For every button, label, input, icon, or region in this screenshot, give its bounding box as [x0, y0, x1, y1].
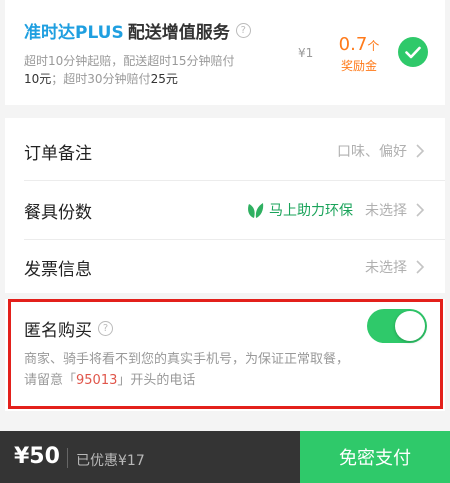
plus-service-card[interactable]: 准时达PLUS 配送增值服务 ? 超时10分钟起赔，配送超时15分钟赔付 10元… — [5, 0, 445, 105]
help-icon[interactable]: ? — [98, 321, 113, 336]
reward-label: 奖励金 — [340, 59, 377, 73]
chevron-right-icon — [416, 203, 425, 217]
chevron-right-icon — [416, 144, 425, 158]
anonymous-desc-suffix: 」开头的电话 — [117, 373, 196, 388]
check-icon[interactable] — [398, 37, 428, 67]
chevron-right-icon — [416, 260, 425, 274]
divider — [67, 448, 68, 468]
anonymous-purchase-card: 匿名购买 ? 商家、骑手将看不到您的真实手机号，为保证正常取餐， 请留意「950… — [5, 299, 445, 411]
help-icon[interactable]: ? — [235, 23, 251, 38]
plus-desc-line1: 超时10分钟起赔，配送超时15分钟赔付 — [24, 54, 235, 68]
tableware-row[interactable]: 餐具份数 马上助力环保 未选择 — [5, 181, 445, 239]
anonymous-title: 匿名购买 ? — [24, 316, 113, 341]
plus-service-suffix: 配送增值服务 — [127, 23, 230, 43]
order-options-card: 订单备注 口味、偏好 餐具份数 马上助力环保 未选择 发票信息 未选择 — [5, 118, 445, 293]
plus-service-description: 超时10分钟起赔，配送超时15分钟赔付 10元；超时30分钟赔付25元 — [24, 52, 294, 88]
anonymous-toggle[interactable] — [367, 309, 427, 343]
discount-text: 已优惠¥17 — [76, 453, 145, 469]
order-remark-value: 口味、偏好 — [337, 144, 407, 160]
toggle-knob — [395, 311, 425, 341]
reward-amount-value: 0.7 — [338, 34, 368, 55]
total-price: ¥50 — [14, 444, 60, 469]
invoice-row[interactable]: 发票信息 未选择 — [5, 238, 445, 296]
eco-badge: 马上助力环保 — [245, 200, 353, 220]
plus-compensation-amount-2: 25元 — [150, 72, 178, 86]
anonymous-desc-prefix: 请留意「 — [24, 373, 77, 388]
reward-amount: 0.7个 — [335, 34, 383, 57]
reward-badge: 0.7个 奖励金 — [335, 34, 383, 75]
order-remark-row[interactable]: 订单备注 口味、偏好 — [5, 122, 445, 180]
plus-brand-label: 准时达PLUS — [24, 23, 124, 43]
reward-amount-unit: 个 — [367, 39, 380, 53]
anonymous-description: 商家、骑手将看不到您的真实手机号，为保证正常取餐， 请留意「95013」开头的电… — [24, 349, 374, 391]
plus-price: ¥1 — [298, 46, 314, 60]
plus-desc-mid: ；超时30分钟赔付 — [51, 72, 151, 86]
anonymous-title-text: 匿名购买 — [24, 321, 92, 341]
plus-desc-line2: 10元；超时30分钟赔付25元 — [24, 70, 294, 88]
anonymous-desc-line1: 商家、骑手将看不到您的真实手机号，为保证正常取餐， — [24, 352, 350, 367]
order-remark-label: 订单备注 — [24, 143, 92, 164]
plus-compensation-amount-1: 10元 — [24, 72, 52, 86]
pay-button[interactable]: 免密支付 — [300, 431, 450, 483]
leaf-icon — [248, 203, 264, 218]
plus-service-title: 准时达PLUS 配送增值服务 ? — [24, 18, 251, 43]
tableware-label: 餐具份数 — [24, 202, 92, 223]
checkout-bar: ¥50 已优惠¥17 免密支付 — [0, 431, 450, 483]
masked-number: 95013 — [76, 373, 118, 388]
eco-text: 马上助力环保 — [269, 203, 353, 219]
invoice-label: 发票信息 — [24, 259, 92, 280]
tableware-value: 未选择 — [365, 203, 407, 219]
invoice-value: 未选择 — [365, 260, 407, 276]
anonymous-desc-line2: 请留意「95013」开头的电话 — [24, 370, 374, 391]
